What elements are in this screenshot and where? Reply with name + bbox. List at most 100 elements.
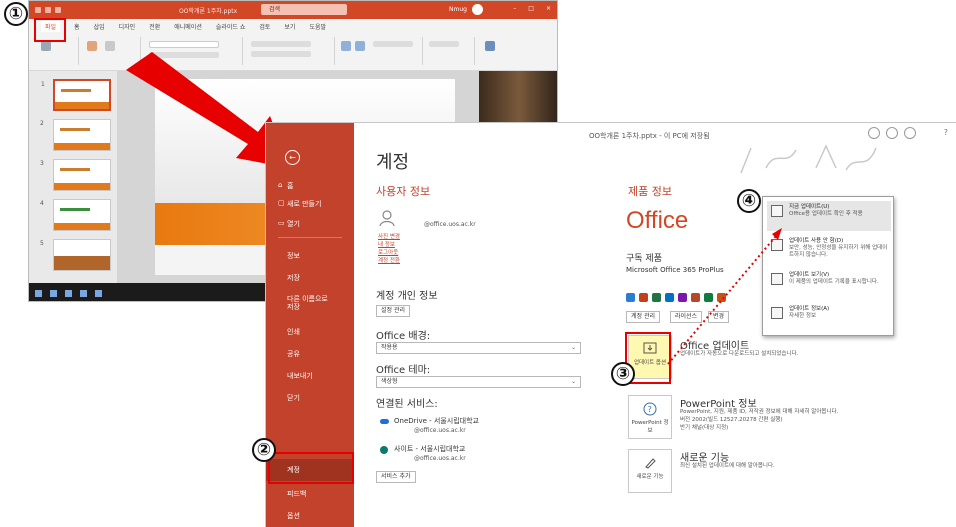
nav-label: 홈 [287,182,294,190]
nav-label: 내보내기 [287,372,313,380]
menu-item-desc: 자세한 정보 [789,313,817,319]
theme-dropdown[interactable]: 색상형 ⌄ [376,376,581,388]
menu-item-desc: 보안, 성능, 안정성을 유지하기 위해 업데이트하지 않습니다. [789,245,888,258]
background-dropdown[interactable]: 작용용 ⌄ [376,342,581,354]
version-text: 버전 2002(빌드 12527.20278 간편 실행) [680,417,783,423]
access-icon [691,293,700,302]
publisher-icon [704,293,713,302]
document-title: OO학개론 1주차.pptx - 이 PC에 저장됨 [589,132,710,140]
privacy-heading: 계정 개인 정보 [376,291,438,302]
step-marker-1: ① [4,2,28,26]
menu-item-title: 지금 업데이트(U) [789,204,830,210]
nav-label: 닫기 [287,394,300,402]
user-info-heading: 사용자 정보 [376,185,431,198]
subscription-name: Microsoft Office 365 ProPlus [626,266,724,274]
nav-export[interactable]: 내보내기 [266,371,354,381]
nav-info[interactable]: 정보 [266,251,354,261]
nav-close[interactable]: 닫기 [266,393,354,403]
update-options-menu: 지금 업데이트(U) Office용 업데이트 확인 후 적용 업데이트 사용 … [762,196,894,336]
highlight-account [268,452,354,484]
nav-print[interactable]: 인쇄 [266,327,354,337]
about-desc: PowerPoint, 지원, 제품 ID, 저작권 정보에 대해 자세히 알아… [680,409,839,415]
sign-out-link[interactable]: 로그아웃 [378,248,398,256]
office-app-icons [626,293,726,302]
smiley-icon[interactable] [886,127,898,139]
step-marker-2: ② [252,438,276,462]
about-powerpoint-tile[interactable]: ? PowerPoint 정보 [628,395,672,439]
new-document-icon: ▢ [278,199,285,207]
whats-new-title: 새로운 기능 [680,453,730,464]
sad-icon[interactable] [904,127,916,139]
nav-label: 저장 [287,274,300,282]
menu-item-disable-updates[interactable]: 업데이트 사용 안 함(D) 보안, 성능, 안정성을 유지하기 위해 업데이트… [767,235,891,265]
onedrive-email: @office.uos.ac.kr [414,427,466,434]
help-icon[interactable]: ? [944,128,948,137]
whats-new-tile[interactable]: 새로운 기능 [628,449,672,493]
decoration-illustration [740,144,877,174]
background-value: 작용용 [381,344,398,351]
menu-item-title: 업데이트 사용 안 함(D) [789,238,844,244]
user-icon[interactable] [868,127,880,139]
product-info-heading: 제품 정보 [628,185,672,198]
user-avatar-icon [379,210,395,227]
svg-text:?: ? [648,405,652,414]
nav-label: 피드백 [287,490,307,498]
channel-text: 반기 채널(대상 지정) [680,425,729,431]
office-updates-desc: 업데이트가 자동으로 다운로드되고 설치되었습니다. [680,351,799,357]
nav-home[interactable]: ⌂ 홈 [266,181,354,191]
onedrive-service: OneDrive - 서울시립대학교 [394,417,479,425]
tile-label: PowerPoint 정보 [631,420,669,434]
nav-save[interactable]: 저장 [266,273,354,283]
folder-icon: ▭ [278,219,285,227]
tile-label: 새로운 기능 [636,474,664,480]
menu-item-title: 업데이트 정보(A) [789,306,830,312]
menu-item-view-updates[interactable]: 업데이트 보기(V) 이 제품의 업데이트 기록을 표시합니다. [767,269,891,299]
step-marker-4: ④ [737,189,761,213]
office-logo: Office [626,207,689,234]
download-icon [771,205,783,217]
manage-account-button[interactable]: 계정 관리 [626,311,660,323]
highlight-file-tab [34,18,66,42]
background-label: Office 배경: [376,331,431,342]
onenote-icon [678,293,687,302]
title-bar-icons [868,127,916,139]
info-icon [771,307,783,319]
menu-item-update-now[interactable]: 지금 업데이트(U) Office용 업데이트 확인 후 적용 [767,201,891,231]
menu-item-title: 업데이트 보기(V) [789,272,830,278]
change-photo-link[interactable]: 사진 변경 [378,232,400,240]
nav-new[interactable]: ▢ 새로 만들기 [266,199,354,209]
sites-service: 사이트 - 서울시립대학교 [394,445,466,453]
disable-updates-icon [771,239,783,251]
about-title: PowerPoint 정보 [680,399,757,410]
teams-icon [717,293,726,302]
view-updates-icon [771,273,783,285]
switch-account-link[interactable]: 계정 전환 [378,256,400,264]
back-arrow-icon[interactable]: ← [285,150,300,165]
outlook-icon [665,293,674,302]
onedrive-icon [380,419,389,424]
manage-settings-button[interactable]: 설정 관리 [376,305,410,317]
license-button[interactable]: 라이선스 [670,311,703,323]
nav-options[interactable]: 옵션 [266,511,354,521]
theme-label: Office 테마: [376,365,431,376]
nav-open[interactable]: ▭ 열기 [266,219,354,229]
page-title: 계정 [376,152,410,173]
nav-save-as[interactable]: 다른 이름으로 저장 [266,295,336,311]
subscription-label: 구독 제품 [626,254,662,264]
menu-item-desc: 이 제품의 업데이트 기록을 표시합니다. [789,279,879,285]
change-license-button[interactable]: 변경 [708,311,730,323]
menu-item-desc: Office용 업데이트 확인 후 적용 [789,211,863,217]
nav-share[interactable]: 공유 [266,349,354,359]
nav-label: 정보 [287,252,300,260]
about-me-link[interactable]: 내 정보 [378,240,395,248]
nav-feedback[interactable]: 피드백 [266,489,354,499]
user-email: @office.uos.ac.kr [424,221,476,228]
add-service-button[interactable]: 서비스 추가 [376,471,416,483]
menu-item-about-updates[interactable]: 업데이트 정보(A) 자세한 정보 [767,303,891,333]
services-heading: 연결된 서비스: [376,399,438,410]
theme-value: 색상형 [381,378,398,385]
sites-email: @office.uos.ac.kr [414,455,466,462]
home-icon: ⌂ [278,181,283,189]
step-marker-3: ③ [611,362,635,386]
sharepoint-icon [380,446,388,454]
